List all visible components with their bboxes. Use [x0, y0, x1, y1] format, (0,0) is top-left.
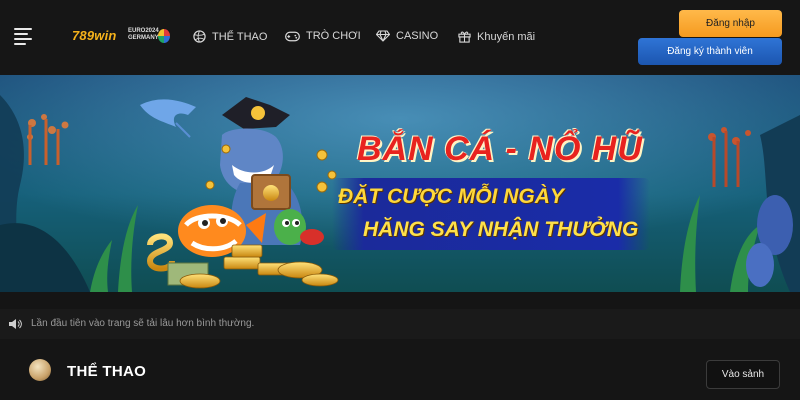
euro2024-logo-icon: [158, 29, 170, 43]
nav-label: Khuyến mãi: [477, 30, 536, 43]
promo-banner[interactable]: BẮN CÁ - NỔ HŨ ĐẶT CƯỢC MỖI NGÀY HĂNG SA…: [0, 75, 800, 292]
gamepad-icon: [285, 31, 300, 41]
nav-label: TRÒ CHƠI: [306, 30, 361, 42]
hamburger-menu-icon[interactable]: [14, 28, 32, 45]
section-title-sports: THỂ THAO: [67, 363, 147, 380]
nav-label: THỂ THAO: [212, 30, 268, 43]
banner-headline: BẮN CÁ - NỔ HŨ: [357, 130, 643, 168]
nav-item-promotions[interactable]: Khuyến mãi: [458, 30, 535, 43]
nav-item-casino[interactable]: CASINO: [376, 30, 438, 42]
banner-subtitle-line2: HĂNG SAY NHẬN THƯỞNG: [363, 218, 639, 241]
site-logo[interactable]: 789win: [72, 28, 117, 43]
notice-text: Lần đầu tiên vào trang sẽ tải lâu hơn bì…: [31, 318, 255, 329]
nav-item-games[interactable]: TRÒ CHƠI: [285, 30, 361, 42]
football-icon: [29, 359, 51, 381]
diamond-icon: [376, 30, 390, 42]
nav-item-sports[interactable]: THỂ THAO: [193, 30, 267, 43]
notice-bar: Lần đầu tiên vào trang sẽ tải lâu hơn bì…: [0, 309, 800, 339]
euro2024-badge: EURO2024 GERMANY: [128, 28, 159, 41]
nav-label: CASINO: [396, 30, 439, 42]
login-button[interactable]: Đăng nhập: [679, 10, 782, 37]
speaker-icon: [9, 319, 22, 329]
banner-subtitle-line1: ĐẶT CƯỢC MỖI NGÀY: [338, 185, 564, 208]
volleyball-icon: [193, 30, 206, 43]
top-header: 789win EURO2024 GERMANY THỂ THAO TRÒ CHƠ…: [0, 0, 800, 75]
gift-icon: [458, 31, 471, 43]
register-button[interactable]: Đăng ký thành viên: [638, 38, 782, 65]
enter-lobby-button[interactable]: Vào sảnh: [706, 360, 780, 389]
